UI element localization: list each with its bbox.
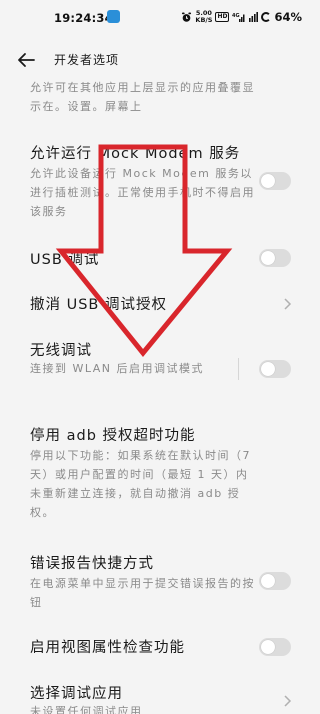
revoke-usb-auth-row[interactable]: 撤消 USB 调试授权: [0, 285, 320, 323]
network-speed: 5.00 KB/S: [195, 10, 212, 24]
wireless-debug-desc: 连接到 WLAN 后启用调试模式: [30, 362, 205, 375]
toggle-knob: [261, 174, 275, 188]
select-debug-app-row[interactable]: 选择调试应用 未设置任何调试应用: [0, 680, 320, 714]
wireless-debug-row[interactable]: 无线调试 连接到 WLAN 后启用调试模式: [0, 335, 320, 403]
revoke-usb-auth-title: 撤消 USB 调试授权: [30, 297, 167, 313]
adb-timeout-title: 停用 adb 授权超时功能: [30, 428, 196, 444]
adb-timeout-desc: 停用以下功能：如果系统在默认时间（7 天）或用户配置的时间（最短 1 天）内未重…: [30, 449, 251, 519]
row-divider: [238, 358, 239, 380]
status-bar: 19:24:34 5.00 KB/S HD 4G 64%: [0, 0, 320, 36]
chevron-right-icon: [284, 695, 292, 707]
hd-badge: HD: [215, 12, 230, 22]
battery-icon: [261, 12, 272, 22]
usb-debug-toggle[interactable]: [259, 249, 291, 267]
toggle-knob: [261, 251, 275, 265]
select-debug-app-title: 选择调试应用: [30, 686, 123, 702]
view-attr-title: 启用视图属性检查功能: [30, 640, 185, 656]
mock-modem-desc: 允许此设备运行 Mock Modem 服务以进行插桩测试。正常使用手机时不得启用…: [30, 167, 255, 218]
wireless-debug-toggle[interactable]: [259, 360, 291, 378]
page-title: 开发者选项: [54, 53, 120, 67]
alarm-icon: [182, 11, 192, 22]
cellular-signal-icon: 4G: [232, 13, 245, 22]
adb-timeout-row[interactable]: 停用 adb 授权超时功能 停用以下功能：如果系统在默认时间（7 天）或用户配置…: [0, 420, 320, 536]
back-arrow-icon[interactable]: [14, 48, 38, 72]
bug-report-toggle[interactable]: [259, 572, 291, 590]
bug-report-desc: 在电源菜单中显示用于提交错误报告的按钮: [30, 577, 255, 609]
overlay-setting-desc: 允许可在其他应用上层显示的应用叠覆显示在。设置。屏幕上: [30, 81, 255, 113]
toggle-knob: [261, 640, 275, 654]
mock-modem-title: 允许运行 Mock Modem 服务: [30, 146, 241, 162]
view-attr-toggle[interactable]: [259, 638, 291, 656]
status-icons: 5.00 KB/S HD 4G 64%: [181, 9, 302, 25]
network-speed-unit: KB/S: [195, 16, 213, 24]
usb-debug-row[interactable]: USB 调试: [0, 240, 320, 278]
status-time: 19:24:34: [54, 11, 113, 25]
mock-modem-row[interactable]: 允许运行 Mock Modem 服务 允许此设备运行 Mock Modem 服务…: [0, 134, 320, 234]
battery-percent: 64%: [274, 10, 302, 24]
svg-text:4G: 4G: [232, 13, 240, 19]
mock-modem-toggle[interactable]: [259, 172, 291, 190]
overlay-setting-row[interactable]: 允许可在其他应用上层显示的应用叠覆显示在。设置。屏幕上: [0, 74, 320, 122]
toggle-knob: [261, 574, 275, 588]
toggle-knob: [261, 362, 275, 376]
view-attr-row[interactable]: 启用视图属性检查功能: [0, 632, 320, 666]
bug-report-title: 错误报告快捷方式: [30, 556, 154, 572]
select-debug-app-desc: 未设置任何调试应用: [30, 705, 143, 714]
bug-report-row[interactable]: 错误报告快捷方式 在电源菜单中显示用于提交错误报告的按钮: [0, 548, 320, 616]
wireless-debug-title: 无线调试: [30, 343, 92, 359]
notification-app-icon: [107, 10, 120, 23]
wifi-signal-icon: [249, 11, 259, 22]
usb-debug-title: USB 调试: [30, 252, 100, 268]
chevron-right-icon: [284, 298, 292, 310]
